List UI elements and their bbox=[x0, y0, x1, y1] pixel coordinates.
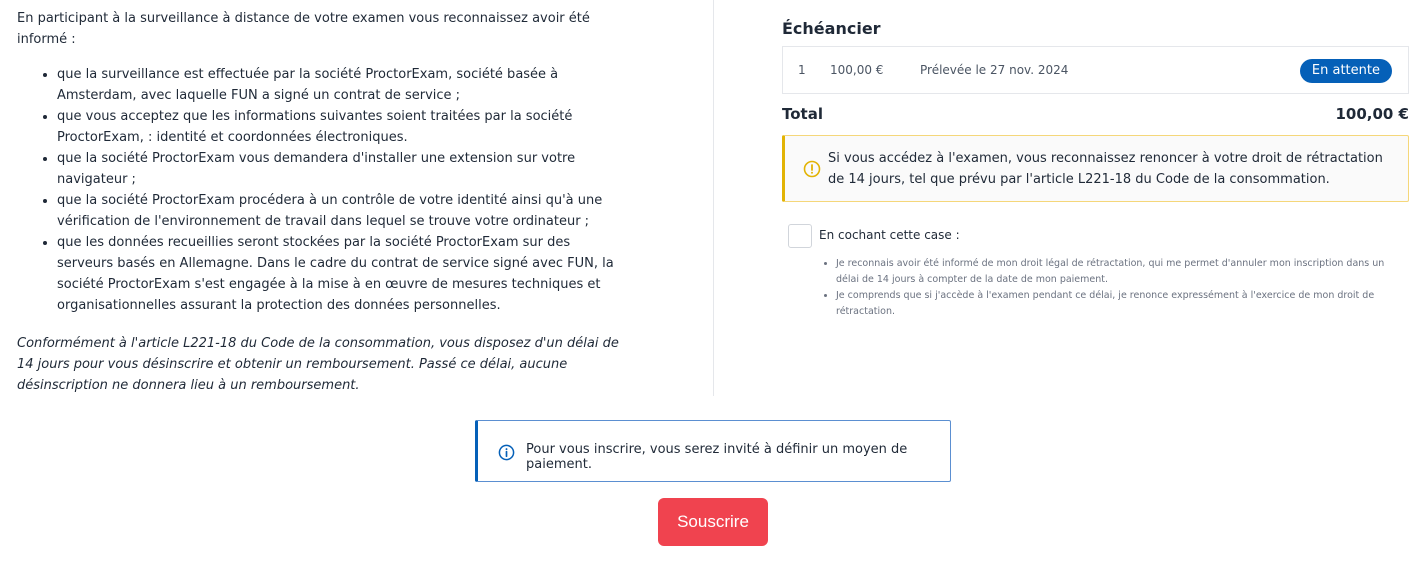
warning-circle-icon bbox=[803, 160, 821, 178]
consent-label: En cochant cette case : bbox=[819, 228, 960, 242]
payment-summary: Échéancier 1 100,00 € Prélevée le 27 nov… bbox=[782, 18, 1409, 202]
total-label: Total bbox=[782, 105, 823, 123]
total-value: 100,00 € bbox=[1335, 105, 1409, 123]
withdrawal-legal-notice: Conformément à l'article L221-18 du Code… bbox=[17, 336, 619, 393]
withdrawal-warning-alert: Si vous accédez à l'examen, vous reconna… bbox=[782, 135, 1409, 202]
consent-list: Je reconnais avoir été informé de mon dr… bbox=[836, 256, 1406, 320]
installment-index: 1 bbox=[798, 63, 806, 77]
schedule-title: Échéancier bbox=[782, 19, 881, 38]
info-circle-icon bbox=[498, 444, 515, 461]
subscribe-button[interactable]: Souscrire bbox=[658, 498, 768, 546]
list-item: que vous acceptez que les informations s… bbox=[57, 106, 622, 148]
warning-text: Si vous accédez à l'examen, vous reconna… bbox=[828, 151, 1383, 187]
list-item: Je comprends que si j'accède à l'examen … bbox=[836, 288, 1406, 320]
list-item: Je reconnais avoir été informé de mon dr… bbox=[836, 256, 1406, 288]
proctoring-information: En participant à la surveillance à dista… bbox=[17, 8, 622, 396]
schedule-row: 1 100,00 € Prélevée le 27 nov. 2024 En a… bbox=[782, 46, 1409, 94]
list-item: que la société ProctorExam vous demander… bbox=[57, 148, 622, 190]
installment-date: Prélevée le 27 nov. 2024 bbox=[920, 63, 1069, 77]
list-item: que la surveillance est effectuée par la… bbox=[57, 64, 622, 106]
proctoring-intro: En participant à la surveillance à dista… bbox=[17, 11, 590, 47]
proctoring-conditions-list: que la surveillance est effectuée par la… bbox=[17, 64, 622, 316]
list-item: que les données recueillies seront stock… bbox=[57, 232, 622, 316]
total-row: Total 100,00 € bbox=[782, 103, 1409, 125]
consent-checkbox[interactable] bbox=[788, 224, 812, 248]
status-badge: En attente bbox=[1299, 59, 1392, 83]
payment-info-alert: Pour vous inscrire, vous serez invité à … bbox=[475, 420, 951, 482]
list-item: que la société ProctorExam procédera à u… bbox=[57, 190, 622, 232]
column-divider bbox=[713, 0, 714, 396]
info-text: Pour vous inscrire, vous serez invité à … bbox=[526, 442, 908, 472]
installment-amount: 100,00 € bbox=[830, 63, 884, 77]
